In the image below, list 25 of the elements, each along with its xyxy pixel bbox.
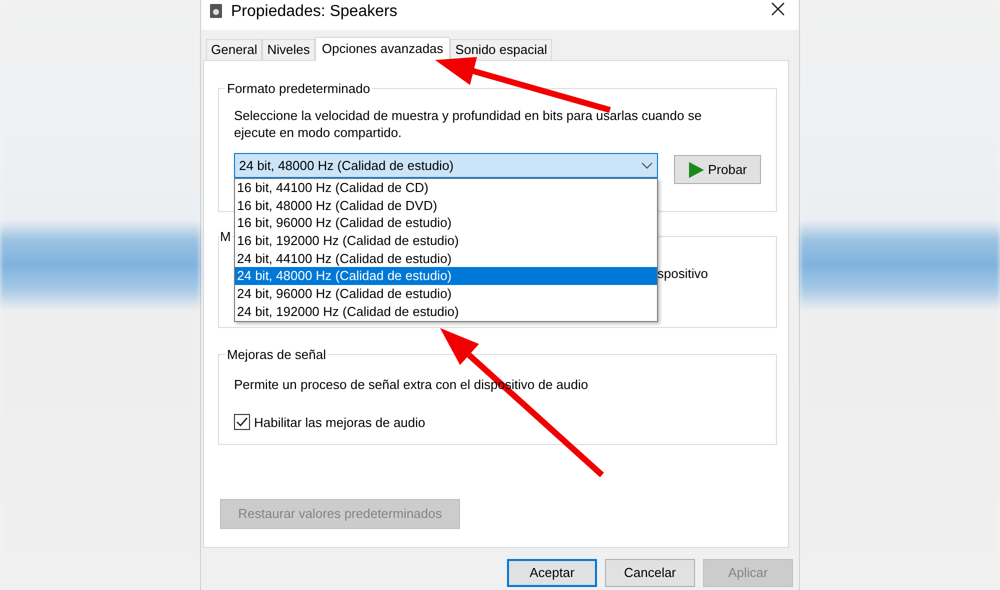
tab[interactable]: Niveles xyxy=(262,39,315,60)
tab[interactable]: Sonido espacial xyxy=(450,39,552,60)
sample-rate-dropdown[interactable]: 24 bit, 48000 Hz (Calidad de estudio) xyxy=(234,153,658,178)
tab[interactable]: General xyxy=(206,39,262,60)
description-text: Seleccione la velocidad de muestra y profundidad en bits para usarlas cuando se ejecute en modo compartido. xyxy=(234,107,703,141)
dropdown-option[interactable]: 24 bit, 48000 Hz (Calidad de estudio) xyxy=(235,267,657,286)
close-icon[interactable] xyxy=(771,2,785,16)
checkbox-label[interactable]: Habilitar las mejoras de audio xyxy=(254,412,426,432)
partial-text: spositivo xyxy=(657,265,708,283)
dropdown-option[interactable]: 24 bit, 192000 Hz (Calidad de estudio) xyxy=(235,302,657,320)
checkbox[interactable] xyxy=(234,414,250,430)
dropdown-option[interactable]: 16 bit, 44100 Hz (Calidad de CD) xyxy=(235,179,657,197)
test-button[interactable]: Probar xyxy=(674,155,761,184)
dropdown-option[interactable]: 16 bit, 48000 Hz (Calidad de DVD) xyxy=(235,196,657,214)
window-title: Propiedades: Speakers xyxy=(231,2,398,22)
dropdown-option[interactable]: 16 bit, 96000 Hz (Calidad de estudio) xyxy=(235,214,657,232)
dropdown-option[interactable]: 24 bit, 44100 Hz (Calidad de estudio) xyxy=(235,250,657,268)
speaker-icon xyxy=(209,3,223,19)
dropdown-option[interactable]: 16 bit, 192000 Hz (Calidad de estudio) xyxy=(235,232,657,250)
play-icon xyxy=(688,162,704,178)
tab[interactable]: Opciones avanzadas xyxy=(314,37,450,61)
dropdown-option[interactable]: 24 bit, 96000 Hz (Calidad de estudio) xyxy=(235,285,657,303)
chevron-down-icon xyxy=(641,162,653,170)
dialog-button[interactable]: Cancelar xyxy=(605,559,695,587)
dialog-button[interactable]: Aceptar xyxy=(507,559,597,587)
